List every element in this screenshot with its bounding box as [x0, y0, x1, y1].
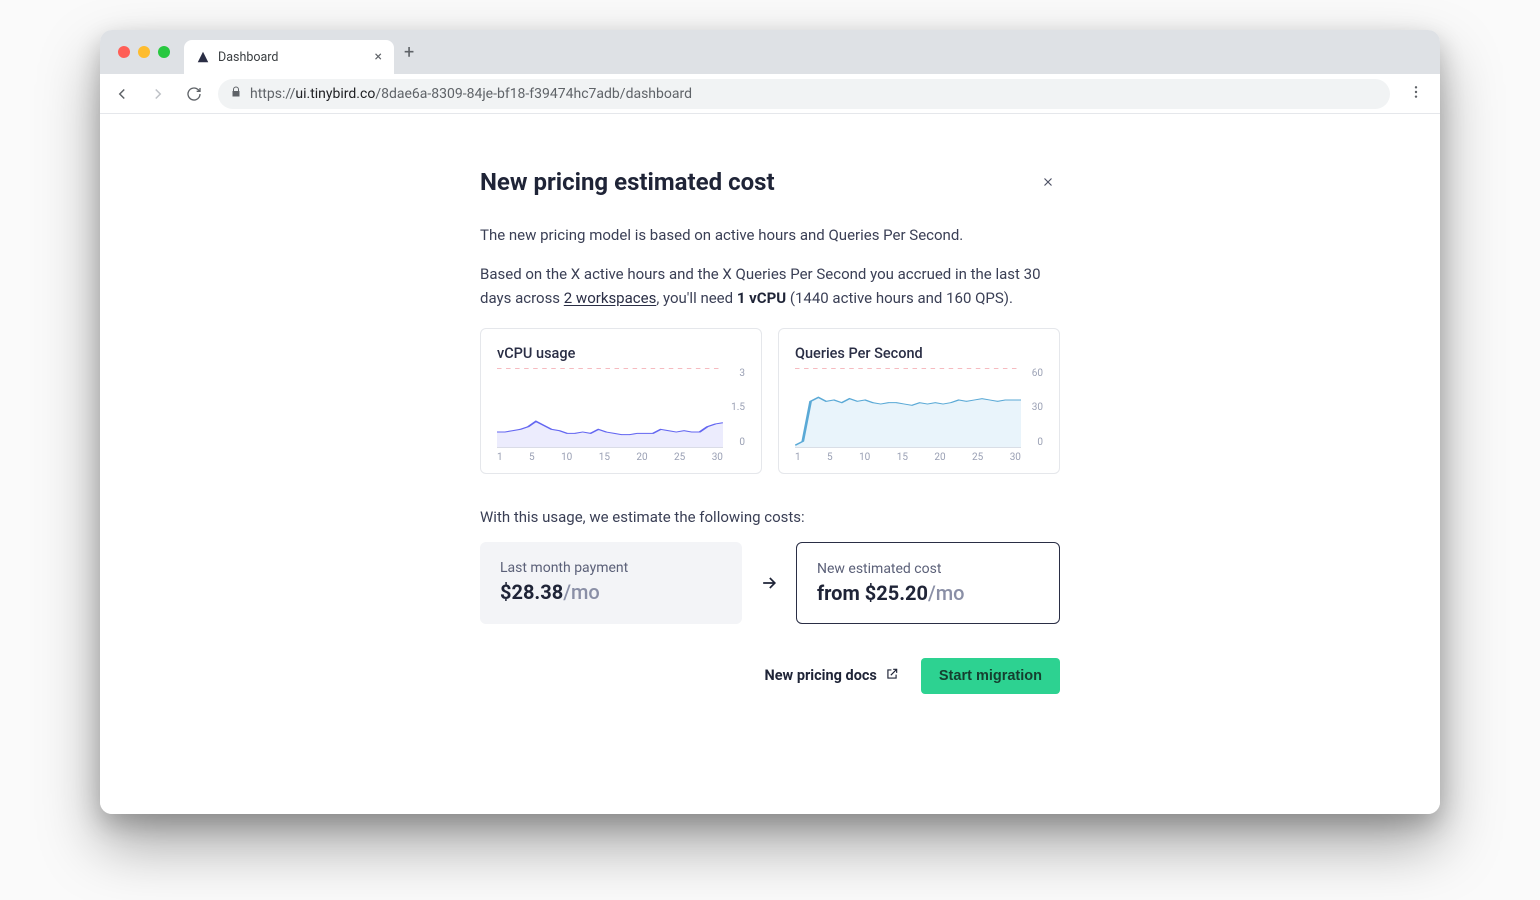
workspaces-link[interactable]: 2 workspaces	[564, 289, 657, 307]
arrow-right-icon	[758, 542, 780, 624]
pricing-dialog: New pricing estimated cost The new prici…	[480, 168, 1060, 694]
vcpu-value: 1 vCPU	[737, 289, 786, 307]
start-migration-button[interactable]: Start migration	[921, 658, 1060, 694]
cost-new-amount: from $25.20	[817, 581, 928, 605]
cost-new-label: New estimated cost	[817, 561, 1039, 577]
chart-qps-yticks: 60300	[1021, 368, 1043, 448]
charts-row: vCPU usage 31.50 151015202530 Queries Pe…	[480, 328, 1060, 474]
tab-favicon-icon	[196, 50, 210, 64]
url-path: /8dae6a-8309-84je-bf18-f39474hc7adb/dash…	[375, 86, 692, 102]
chart-qps-area: 60300	[795, 368, 1043, 448]
usage-text-post: (1440 active hours and 160 QPS).	[786, 289, 1013, 307]
browser-menu-button[interactable]	[1402, 84, 1430, 104]
window-maximize-icon[interactable]	[158, 46, 170, 58]
traffic-lights	[118, 46, 170, 58]
cost-old-suffix: /mo	[563, 580, 600, 604]
page-viewport: New pricing estimated cost The new prici…	[100, 114, 1440, 814]
nav-forward-button[interactable]	[146, 82, 170, 106]
window-minimize-icon[interactable]	[138, 46, 150, 58]
cost-compare-row: Last month payment $28.38/mo New estimat…	[480, 542, 1060, 624]
dialog-header: New pricing estimated cost	[480, 168, 1060, 196]
estimate-section: With this usage, we estimate the followi…	[480, 508, 1060, 624]
chart-vcpu-yticks: 31.50	[723, 368, 745, 448]
cost-card-old: Last month payment $28.38/mo	[480, 542, 742, 624]
tab-title: Dashboard	[218, 50, 278, 65]
cost-card-new: New estimated cost from $25.20/mo	[796, 542, 1060, 624]
cost-new-suffix: /mo	[928, 581, 965, 605]
window-close-icon[interactable]	[118, 46, 130, 58]
lock-icon	[230, 86, 242, 102]
close-icon[interactable]	[1036, 170, 1060, 194]
pricing-docs-link[interactable]: New pricing docs	[765, 667, 899, 685]
url-host: ui.tinybird.co	[295, 86, 375, 102]
chart-qps-title: Queries Per Second	[795, 345, 1043, 362]
address-bar[interactable]: https://ui.tinybird.co/8dae6a-8309-84je-…	[218, 79, 1390, 109]
browser-tab-strip: Dashboard × +	[100, 30, 1440, 74]
chart-vcpu-xticks: 151015202530	[497, 452, 745, 463]
new-tab-button[interactable]: +	[404, 42, 414, 63]
cost-new-value: from $25.20/mo	[817, 581, 1039, 605]
usage-text-mid: , you'll need	[656, 289, 737, 307]
address-url: https://ui.tinybird.co/8dae6a-8309-84je-…	[250, 86, 692, 102]
browser-toolbar: https://ui.tinybird.co/8dae6a-8309-84je-…	[100, 74, 1440, 114]
chart-vcpu-area: 31.50	[497, 368, 745, 448]
estimate-intro: With this usage, we estimate the followi…	[480, 508, 1060, 526]
browser-window: Dashboard × + https://ui.tinybird.co/8da…	[100, 30, 1440, 814]
nav-back-button[interactable]	[110, 82, 134, 106]
intro-paragraph: The new pricing model is based on active…	[480, 224, 1060, 247]
chart-qps: Queries Per Second 60300 151015202530	[778, 328, 1060, 474]
chart-vcpu: vCPU usage 31.50 151015202530	[480, 328, 762, 474]
cost-old-label: Last month payment	[500, 560, 722, 576]
pricing-docs-label: New pricing docs	[765, 667, 877, 684]
chart-qps-xticks: 151015202530	[795, 452, 1043, 463]
chart-vcpu-plot	[497, 368, 723, 448]
cost-old-amount: $28.38	[500, 580, 563, 604]
chart-vcpu-title: vCPU usage	[497, 345, 745, 362]
nav-reload-button[interactable]	[182, 82, 206, 106]
tab-close-icon[interactable]: ×	[375, 50, 382, 64]
dialog-body: The new pricing model is based on active…	[480, 224, 1060, 694]
cost-old-value: $28.38/mo	[500, 580, 722, 604]
chart-qps-plot	[795, 368, 1021, 448]
dialog-footer: New pricing docs Start migration	[480, 658, 1060, 694]
url-protocol: https://	[250, 86, 295, 102]
dialog-title: New pricing estimated cost	[480, 168, 775, 196]
usage-paragraph: Based on the X active hours and the X Qu…	[480, 263, 1060, 310]
external-link-icon	[885, 667, 899, 685]
browser-tab-active[interactable]: Dashboard ×	[184, 40, 394, 74]
